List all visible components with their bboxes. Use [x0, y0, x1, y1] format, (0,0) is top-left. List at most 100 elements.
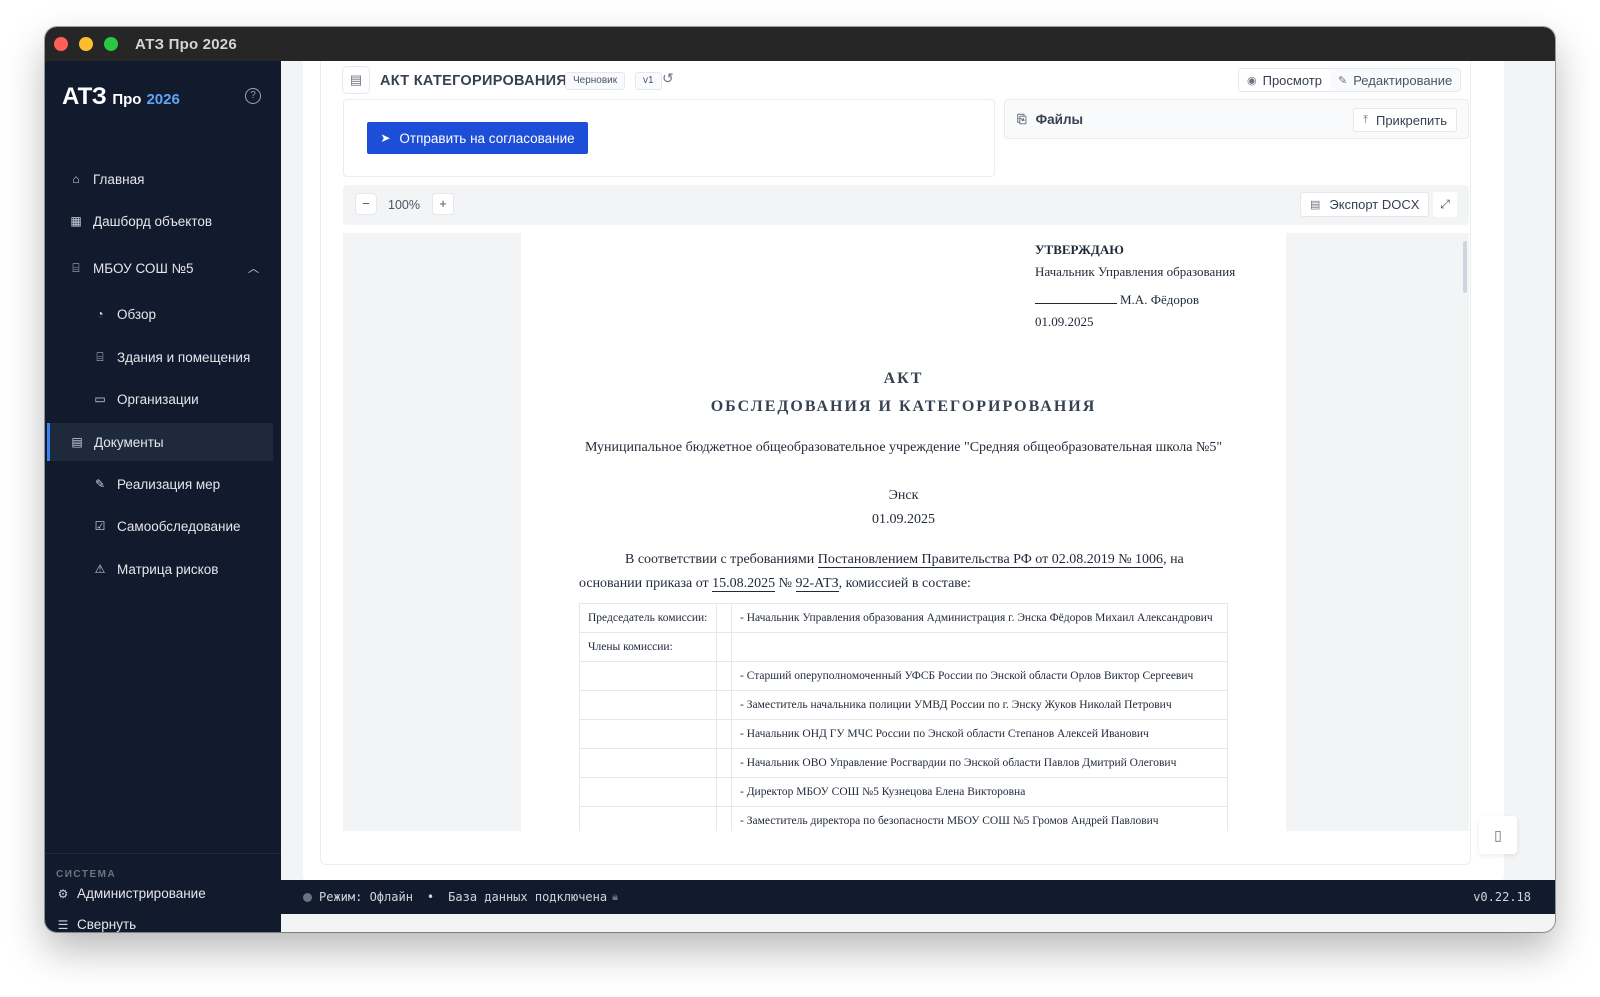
- admin-label: Администрирование: [77, 886, 206, 901]
- files-box: ⎘ Файлы ⤒ Прикрепить: [1004, 99, 1469, 139]
- sidebar-item-measures[interactable]: ✎ Реализация мер: [49, 465, 275, 503]
- main-content: ▤ АКТ КАТЕГОРИРОВАНИЯ Черновик v1 ↺ ◉ Пр…: [281, 61, 1555, 880]
- upload-icon: ⤒: [1363, 113, 1368, 126]
- table-cell-member: - Директор МБОУ СОШ №5 Кузнецова Елена В…: [731, 777, 1228, 807]
- sidebar-item-home[interactable]: ⌂ Главная: [49, 160, 275, 198]
- document-card: ▤ АКТ КАТЕГОРИРОВАНИЯ Черновик v1 ↺ ◉ Пр…: [320, 61, 1471, 865]
- pencil-icon: ✎: [1337, 74, 1348, 87]
- table-cell-gap: [716, 661, 732, 691]
- maximize-window-button[interactable]: [104, 37, 118, 51]
- table-row: - Заместитель начальника полиции УМВД Ро…: [579, 690, 1228, 720]
- sidebar-item-school[interactable]: ⌸ МБОУ СОШ №5 ︿: [49, 249, 275, 287]
- version-badge: v1: [635, 72, 662, 90]
- help-icon[interactable]: ?: [245, 88, 261, 104]
- table-cell-role: [579, 777, 717, 807]
- approve-heading: УТВЕРЖДАЮ: [1035, 242, 1124, 257]
- view-mode-label: Просмотр: [1262, 72, 1322, 88]
- status-dot: [303, 892, 312, 902]
- sidebar-item-label: Самообследование: [117, 518, 241, 534]
- document-panel: ▤ АКТ КАТЕГОРИРОВАНИЯ Черновик v1 ↺ ◉ Пр…: [303, 61, 1504, 880]
- table-cell-gap: [716, 719, 732, 749]
- send-for-approval-button[interactable]: ➤ Отправить на согласование: [367, 122, 588, 154]
- view-mode-button[interactable]: ◉ Просмотр: [1239, 69, 1330, 91]
- sidebar-item-documents[interactable]: ▤ Документы: [47, 423, 273, 461]
- attach-button[interactable]: ⤒ Прикрепить: [1353, 108, 1457, 132]
- para-text: №: [775, 576, 796, 591]
- mode-switch: ◉ Просмотр ✎ Редактирование: [1238, 68, 1462, 92]
- order-date-link[interactable]: 15.08.2025: [712, 576, 776, 592]
- document-icon: ▤: [71, 435, 83, 449]
- zoom-out-icon[interactable]: −: [355, 193, 377, 215]
- document-viewer[interactable]: УТВЕРЖДАЮ Начальник Управления образован…: [343, 233, 1469, 831]
- file-icon: ▤: [1310, 199, 1321, 211]
- warning-icon: ⚠: [94, 562, 106, 576]
- sidebar-item-organizations[interactable]: ▭ Организации: [49, 380, 275, 418]
- sidebar-item-label: МБОУ СОШ №5: [93, 260, 194, 276]
- viewer-toolbar: − 100% + ▤ Экспорт DOCX ⤢: [343, 185, 1469, 225]
- sidebar-item-self-inspection[interactable]: ☑ Самообследование: [49, 507, 275, 545]
- table-cell-member: - Начальник ОВО Управление Росгвардии по…: [731, 748, 1228, 778]
- home-icon: ⌂: [72, 172, 80, 186]
- sidebar-item-label: Обзор: [117, 306, 156, 322]
- sidebar: АТЗ Про 2026 ? ⌂ Главная ▦ Дашборд объек…: [45, 61, 281, 932]
- sidebar-item-overview[interactable]: ◔ Обзор: [49, 295, 275, 333]
- export-docx-button[interactable]: ▤ Экспорт DOCX: [1300, 192, 1430, 217]
- sidebar-item-dashboard[interactable]: ▦ Дашборд объектов: [49, 202, 275, 240]
- order-number-link[interactable]: 92-АТЗ: [795, 576, 839, 592]
- wrench-icon: ✎: [94, 477, 106, 491]
- status-separator: •: [426, 890, 435, 904]
- signature-line: [1035, 290, 1117, 304]
- para-text: В соответствии с требованиями: [625, 552, 818, 567]
- send-button-label: Отправить на согласование: [399, 130, 575, 146]
- table-cell-role: [579, 719, 717, 749]
- app-logo[interactable]: АТЗ Про 2026: [62, 83, 180, 111]
- table-row: Председатель комиссии: - Начальник Управл…: [579, 603, 1228, 633]
- gauge-icon: ◔: [96, 307, 104, 321]
- approve-name: М.А. Фёдоров: [1120, 292, 1199, 307]
- close-window-button[interactable]: [54, 37, 68, 51]
- history-icon[interactable]: ↺: [662, 70, 674, 87]
- table-cell-member: - Старший оперуполномоченный УФСБ России…: [731, 661, 1228, 691]
- app-window: АТЗ Про 2026 АТЗ Про 2026 ? ⌂ Главная ▦ …: [45, 27, 1555, 932]
- fullscreen-icon[interactable]: ⤢: [1433, 192, 1457, 217]
- actions-box: ➤ Отправить на согласование: [343, 99, 995, 177]
- edit-mode-label: Редактирование: [1353, 72, 1453, 88]
- app-version: v0.22.18: [1473, 890, 1531, 904]
- db-status: База данных подключена: [448, 890, 608, 904]
- collapse-sidebar-button[interactable]: ☰ Свернуть: [56, 917, 137, 932]
- table-cell-gap: [716, 777, 732, 807]
- attach-label: Прикрепить: [1375, 112, 1447, 128]
- table-cell-member: - Начальник ОНД ГУ МЧС России по Энской …: [731, 719, 1228, 749]
- sidebar-item-risk-matrix[interactable]: ⚠ Матрица рисков: [49, 550, 275, 588]
- sidebar-item-buildings[interactable]: ⌸ Здания и помещения: [49, 338, 275, 376]
- act-title: АКТ: [883, 370, 924, 387]
- document-title: АКТ КАТЕГОРИРОВАНИЯ: [380, 73, 568, 89]
- eye-icon: ◉: [1247, 74, 1257, 87]
- document-page: УТВЕРЖДАЮ Начальник Управления образован…: [521, 233, 1286, 831]
- para-text: , комиссией в составе:: [838, 576, 971, 591]
- checklist-icon: ☑: [94, 519, 106, 533]
- table-cell-gap: [716, 748, 732, 778]
- zoom-in-icon[interactable]: +: [432, 193, 454, 215]
- table-row: - Начальник ОНД ГУ МЧС России по Энской …: [579, 719, 1228, 749]
- bookmark-icon[interactable]: ▯: [1479, 816, 1517, 854]
- table-cell-role: Председатель комиссии:: [579, 603, 717, 633]
- act-subtitle: ОБСЛЕДОВАНИЯ И КАТЕГОРИРОВАНИЯ: [710, 398, 1097, 415]
- table-cell-gap: [716, 806, 732, 831]
- viewer-scrollbar[interactable]: [1463, 241, 1467, 293]
- table-cell-gap: [716, 632, 732, 662]
- system-section-label: СИСТЕМА: [56, 869, 117, 880]
- table-cell-role: Члены комиссии:: [579, 632, 717, 662]
- status-badge: Черновик: [565, 72, 626, 90]
- collapse-label: Свернуть: [77, 917, 137, 932]
- table-cell-member: [731, 632, 1228, 662]
- window-title: АТЗ Про 2026: [135, 36, 237, 53]
- minimize-window-button[interactable]: [79, 37, 93, 51]
- sidebar-item-label: Здания и помещения: [117, 349, 251, 365]
- city: Энск: [888, 488, 919, 503]
- decree-link[interactable]: Постановлением Правительства РФ от 02.08…: [817, 552, 1164, 568]
- table-cell-role: [579, 690, 717, 720]
- edit-mode-button[interactable]: ✎ Редактирование: [1330, 69, 1460, 91]
- admin-link[interactable]: ⚙ Администрирование: [56, 886, 206, 901]
- table-cell-member: - Заместитель начальника полиции УМВД Ро…: [731, 690, 1228, 720]
